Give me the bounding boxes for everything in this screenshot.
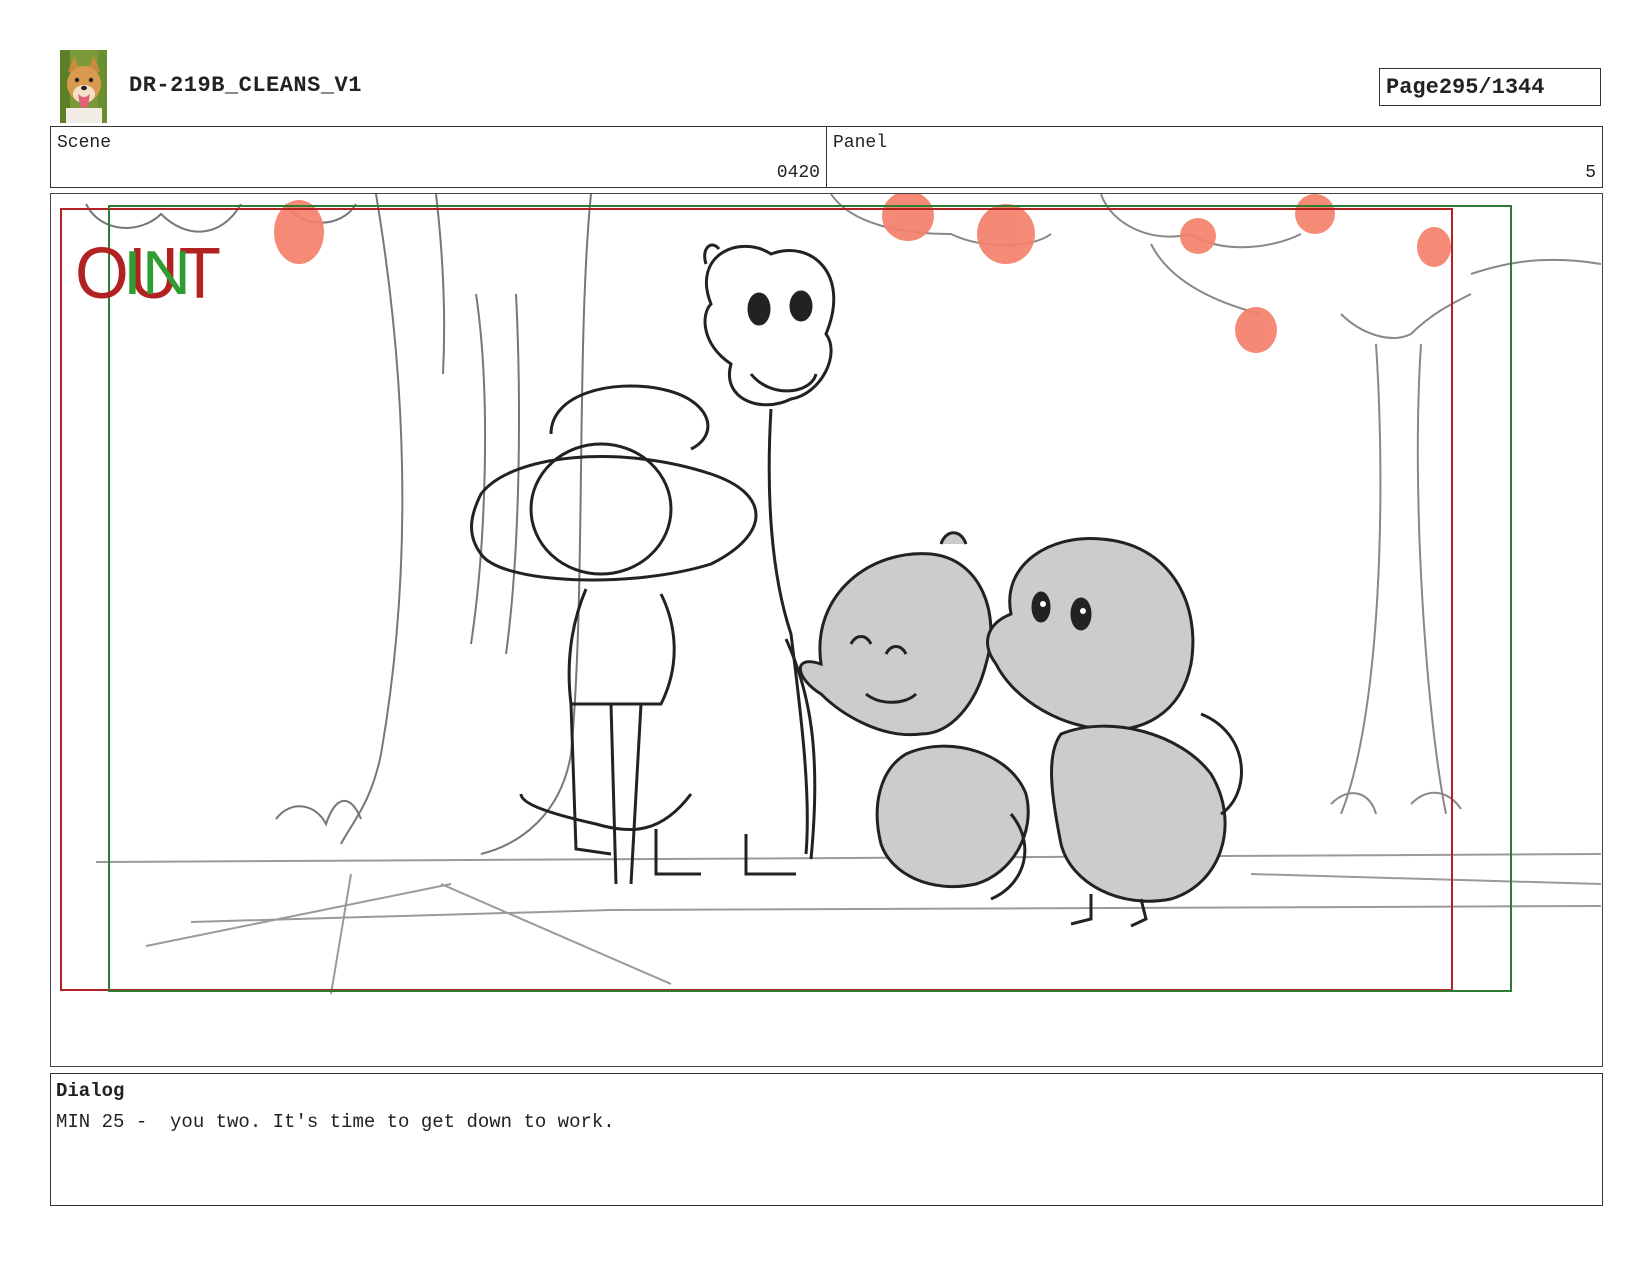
avatar bbox=[60, 50, 107, 123]
ground-lines bbox=[95, 853, 1602, 995]
scene-label: Scene bbox=[57, 133, 112, 153]
in-frame bbox=[108, 205, 1512, 992]
page-counter: Page 295/1344 bbox=[1379, 68, 1601, 106]
document-title: DR-219B_CLEANS_V1 bbox=[129, 73, 362, 98]
page-value: 295/1344 bbox=[1438, 74, 1545, 100]
storyboard-panel: OUT IN bbox=[50, 193, 1603, 1067]
panel-value: 5 bbox=[1585, 163, 1596, 183]
dialog-box: Dialog MIN 25 - you two. It's time to ge… bbox=[50, 1073, 1603, 1206]
small-dino-left bbox=[798, 531, 1030, 901]
dog-avatar-icon bbox=[60, 50, 107, 123]
in-label: IN bbox=[123, 239, 191, 308]
storyboard-drawing: OUT IN bbox=[60, 194, 1602, 995]
dialog-label: Dialog bbox=[56, 1080, 125, 1102]
scene-value: 0420 bbox=[776, 163, 820, 183]
scene-panel-row: Scene 0420 Panel 5 bbox=[50, 126, 1603, 188]
panel-cell: Panel 5 bbox=[826, 127, 1602, 187]
long-neck-dinosaur bbox=[519, 243, 836, 876]
scene-cell: Scene 0420 bbox=[51, 127, 826, 187]
boy-with-hat bbox=[470, 384, 758, 885]
page-label: Page bbox=[1386, 74, 1439, 100]
panel-label: Panel bbox=[833, 133, 888, 153]
small-dino-right bbox=[986, 536, 1243, 928]
dialog-text: MIN 25 - you two. It's time to get down … bbox=[56, 1111, 615, 1133]
